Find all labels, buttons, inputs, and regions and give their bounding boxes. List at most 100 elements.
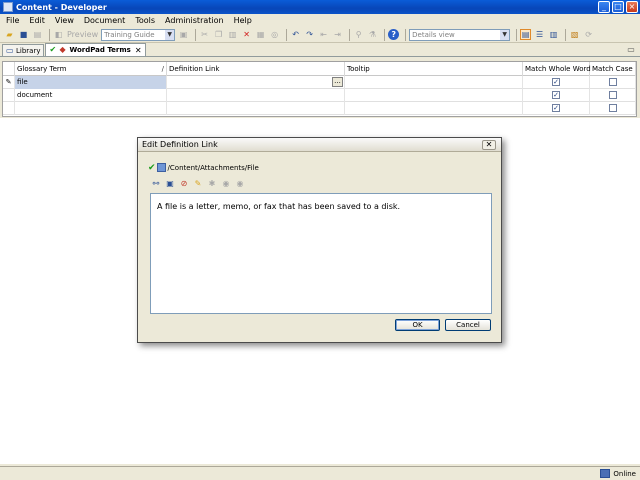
open-folder-icon[interactable]: ▰	[4, 29, 15, 40]
definition-link-cell[interactable]: ...	[167, 76, 345, 89]
remove-link-icon[interactable]: ⊘	[179, 178, 189, 188]
save-icon[interactable]: ■	[18, 29, 29, 40]
table-row[interactable]: document ✓	[3, 89, 636, 102]
check-icon: ✔	[148, 162, 156, 173]
term-cell[interactable]: document	[15, 89, 167, 102]
indent-icon[interactable]: ⇤	[318, 29, 329, 40]
browse-topic-icon[interactable]: ▣	[165, 178, 175, 188]
column-header-match-case[interactable]: Match Case	[590, 62, 636, 76]
term-cell[interactable]: file	[15, 76, 167, 89]
delete-icon[interactable]: ✕	[241, 29, 252, 40]
menu-view[interactable]: View	[55, 16, 74, 25]
restore-icon[interactable]: ▭	[626, 45, 636, 55]
tooltip-cell[interactable]	[345, 76, 523, 89]
menu-bar: File Edit View Document Tools Administra…	[0, 14, 640, 27]
match-whole-word-cell: ✓	[523, 102, 590, 115]
view-select[interactable]: Details view ▼	[409, 28, 511, 41]
tooltip-cell[interactable]	[345, 102, 523, 115]
print-icon[interactable]: ▤	[32, 29, 43, 40]
browse-link-button[interactable]: ...	[332, 77, 343, 87]
match-whole-word-checkbox[interactable]: ✓	[552, 91, 560, 99]
redo-icon[interactable]: ↷	[304, 29, 315, 40]
match-whole-word-checkbox[interactable]: ✓	[552, 104, 560, 112]
table-row[interactable]: ✎ file ... ✓	[3, 76, 636, 89]
match-case-checkbox[interactable]	[608, 91, 617, 99]
toolbar-separator	[49, 28, 50, 41]
menu-tools[interactable]: Tools	[135, 16, 155, 25]
maximize-button[interactable]: □	[612, 1, 624, 13]
forward-icon[interactable]: ◉	[235, 178, 245, 188]
column-header-tooltip[interactable]: Tooltip	[345, 62, 523, 76]
tab-label: Library	[16, 46, 41, 55]
row-indicator	[3, 102, 15, 115]
grid-header: Glossary Term / Definition Link Tooltip …	[3, 62, 636, 76]
edit-definition-link-dialog: Edit Definition Link ✕ ✔ /Content/Attach…	[137, 137, 502, 343]
app-icon	[3, 2, 13, 12]
preview-button[interactable]: Preview	[67, 30, 98, 39]
tooltip-cell[interactable]	[345, 89, 523, 102]
menu-edit[interactable]: Edit	[29, 16, 45, 25]
match-case-cell	[590, 102, 636, 115]
properties-icon[interactable]: ◎	[269, 29, 280, 40]
layout-single-icon[interactable]: ▤	[520, 29, 532, 40]
close-tab-icon[interactable]: ✕	[135, 46, 142, 55]
match-case-checkbox[interactable]	[608, 78, 617, 86]
menu-help[interactable]: Help	[234, 16, 252, 25]
link-path: /Content/Attachments/File	[167, 163, 259, 172]
check-icon: ✔	[49, 45, 57, 54]
definition-link-cell[interactable]	[167, 102, 345, 115]
undo-icon[interactable]: ↶	[290, 29, 301, 40]
edit-pencil-icon[interactable]: ✎	[193, 178, 203, 188]
check-in-icon[interactable]: ▧	[569, 29, 580, 40]
menu-document[interactable]: Document	[84, 16, 125, 25]
back-icon[interactable]: ◉	[221, 178, 231, 188]
title-bar: Content - Developer _ □ ×	[0, 0, 640, 14]
tab-wordpad-terms[interactable]: ✔ ◆ WordPad Terms ✕	[45, 43, 146, 56]
toolbar-separator	[565, 28, 567, 41]
match-whole-word-cell: ✓	[523, 76, 590, 89]
copy-icon[interactable]: ❐	[213, 29, 224, 40]
match-case-cell	[590, 89, 636, 102]
find-icon[interactable]: ⚲	[353, 29, 364, 40]
build-icon[interactable]: ▣	[178, 29, 189, 40]
table-row[interactable]: ✓	[3, 102, 636, 115]
rename-icon[interactable]: ▦	[255, 29, 266, 40]
dialog-close-button[interactable]: ✕	[482, 140, 496, 150]
minimize-button[interactable]: _	[598, 1, 610, 13]
settings-icon[interactable]: ✱	[207, 178, 217, 188]
menu-file[interactable]: File	[6, 16, 19, 25]
close-window-button[interactable]: ×	[626, 1, 638, 13]
ok-button[interactable]: OK	[395, 319, 440, 331]
row-indicator-header	[3, 62, 15, 76]
outdent-icon[interactable]: ⇥	[332, 29, 343, 40]
paste-icon[interactable]: ▥	[227, 29, 238, 40]
column-header-definition-link[interactable]: Definition Link	[167, 62, 345, 76]
layout-horizontal-icon[interactable]: ☰	[534, 29, 545, 40]
cut-icon[interactable]: ✂	[199, 29, 210, 40]
column-header-match-whole-word[interactable]: Match Whole Word	[523, 62, 591, 76]
preview-icon[interactable]: ◧	[53, 29, 64, 40]
match-whole-word-checkbox[interactable]: ✓	[552, 78, 560, 86]
definition-link-cell[interactable]	[167, 89, 345, 102]
window-controls: _ □ ×	[598, 1, 638, 13]
cancel-button[interactable]: Cancel	[445, 319, 491, 331]
filter-icon[interactable]: ⚗	[367, 29, 378, 40]
window-title: Content - Developer	[16, 2, 107, 12]
row-indicator	[3, 89, 15, 102]
view-select-value: Details view	[412, 30, 455, 39]
glossary-grid: Glossary Term / Definition Link Tooltip …	[2, 61, 637, 117]
column-header-glossary-term[interactable]: Glossary Term /	[15, 62, 167, 76]
definition-text-area[interactable]: A file is a letter, memo, or fax that ha…	[150, 193, 492, 314]
match-case-checkbox[interactable]	[608, 104, 617, 112]
tab-library[interactable]: ▭ Library	[2, 44, 45, 56]
menu-administration[interactable]: Administration	[165, 16, 224, 25]
guide-select[interactable]: Training Guide ▼	[101, 28, 176, 41]
term-cell[interactable]	[15, 102, 167, 115]
layout-vertical-icon[interactable]: ▥	[548, 29, 559, 40]
sync-icon[interactable]: ⟳	[583, 29, 594, 40]
link-icon[interactable]: ⚯	[151, 178, 161, 188]
toolbar-separator	[516, 28, 518, 41]
toolbar-separator	[195, 28, 197, 41]
help-icon[interactable]: ?	[388, 29, 400, 40]
library-icon: ▭	[6, 45, 14, 55]
